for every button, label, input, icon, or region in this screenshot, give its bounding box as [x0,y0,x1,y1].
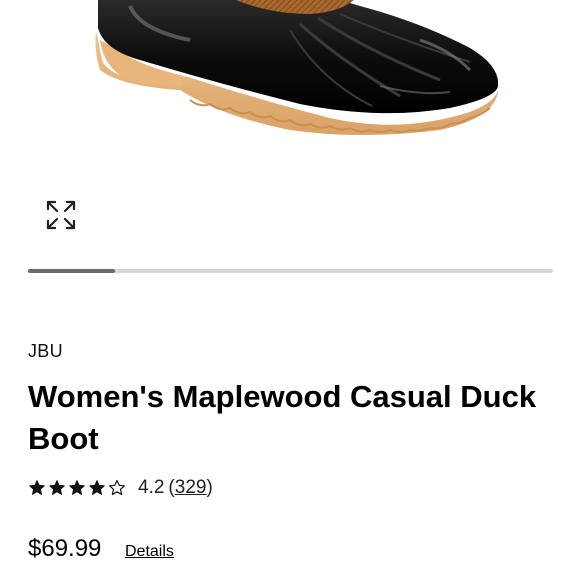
gallery-scrollbar[interactable] [28,269,553,273]
star-rating [28,479,126,497]
details-link[interactable]: Details [125,543,174,561]
rating-value: 4.2 [138,477,165,498]
product-title: Women's Maplewood Casual Duck Boot [28,379,537,456]
duck-boot-image [95,0,499,135]
star-empty-icon [109,479,125,496]
star-filled-icon [29,480,45,495]
product-price: $69.99 [28,535,102,562]
review-count-link[interactable]: 329 [175,477,207,499]
rating-row[interactable]: 4.2 (329) [28,476,213,500]
star-filled-icon [49,480,65,495]
review-count-close-paren: ) [206,477,213,498]
expand-arrows-icon[interactable] [44,198,78,232]
product-image[interactable] [0,0,580,250]
star-filled-icon [89,480,105,495]
brand-name[interactable]: JBU [28,341,63,362]
gallery-scrollbar-thumb[interactable] [28,269,115,273]
star-filled-icon [69,480,85,495]
product-page: JBU Women's Maplewood Casual Duck Boot 4… [0,0,580,580]
